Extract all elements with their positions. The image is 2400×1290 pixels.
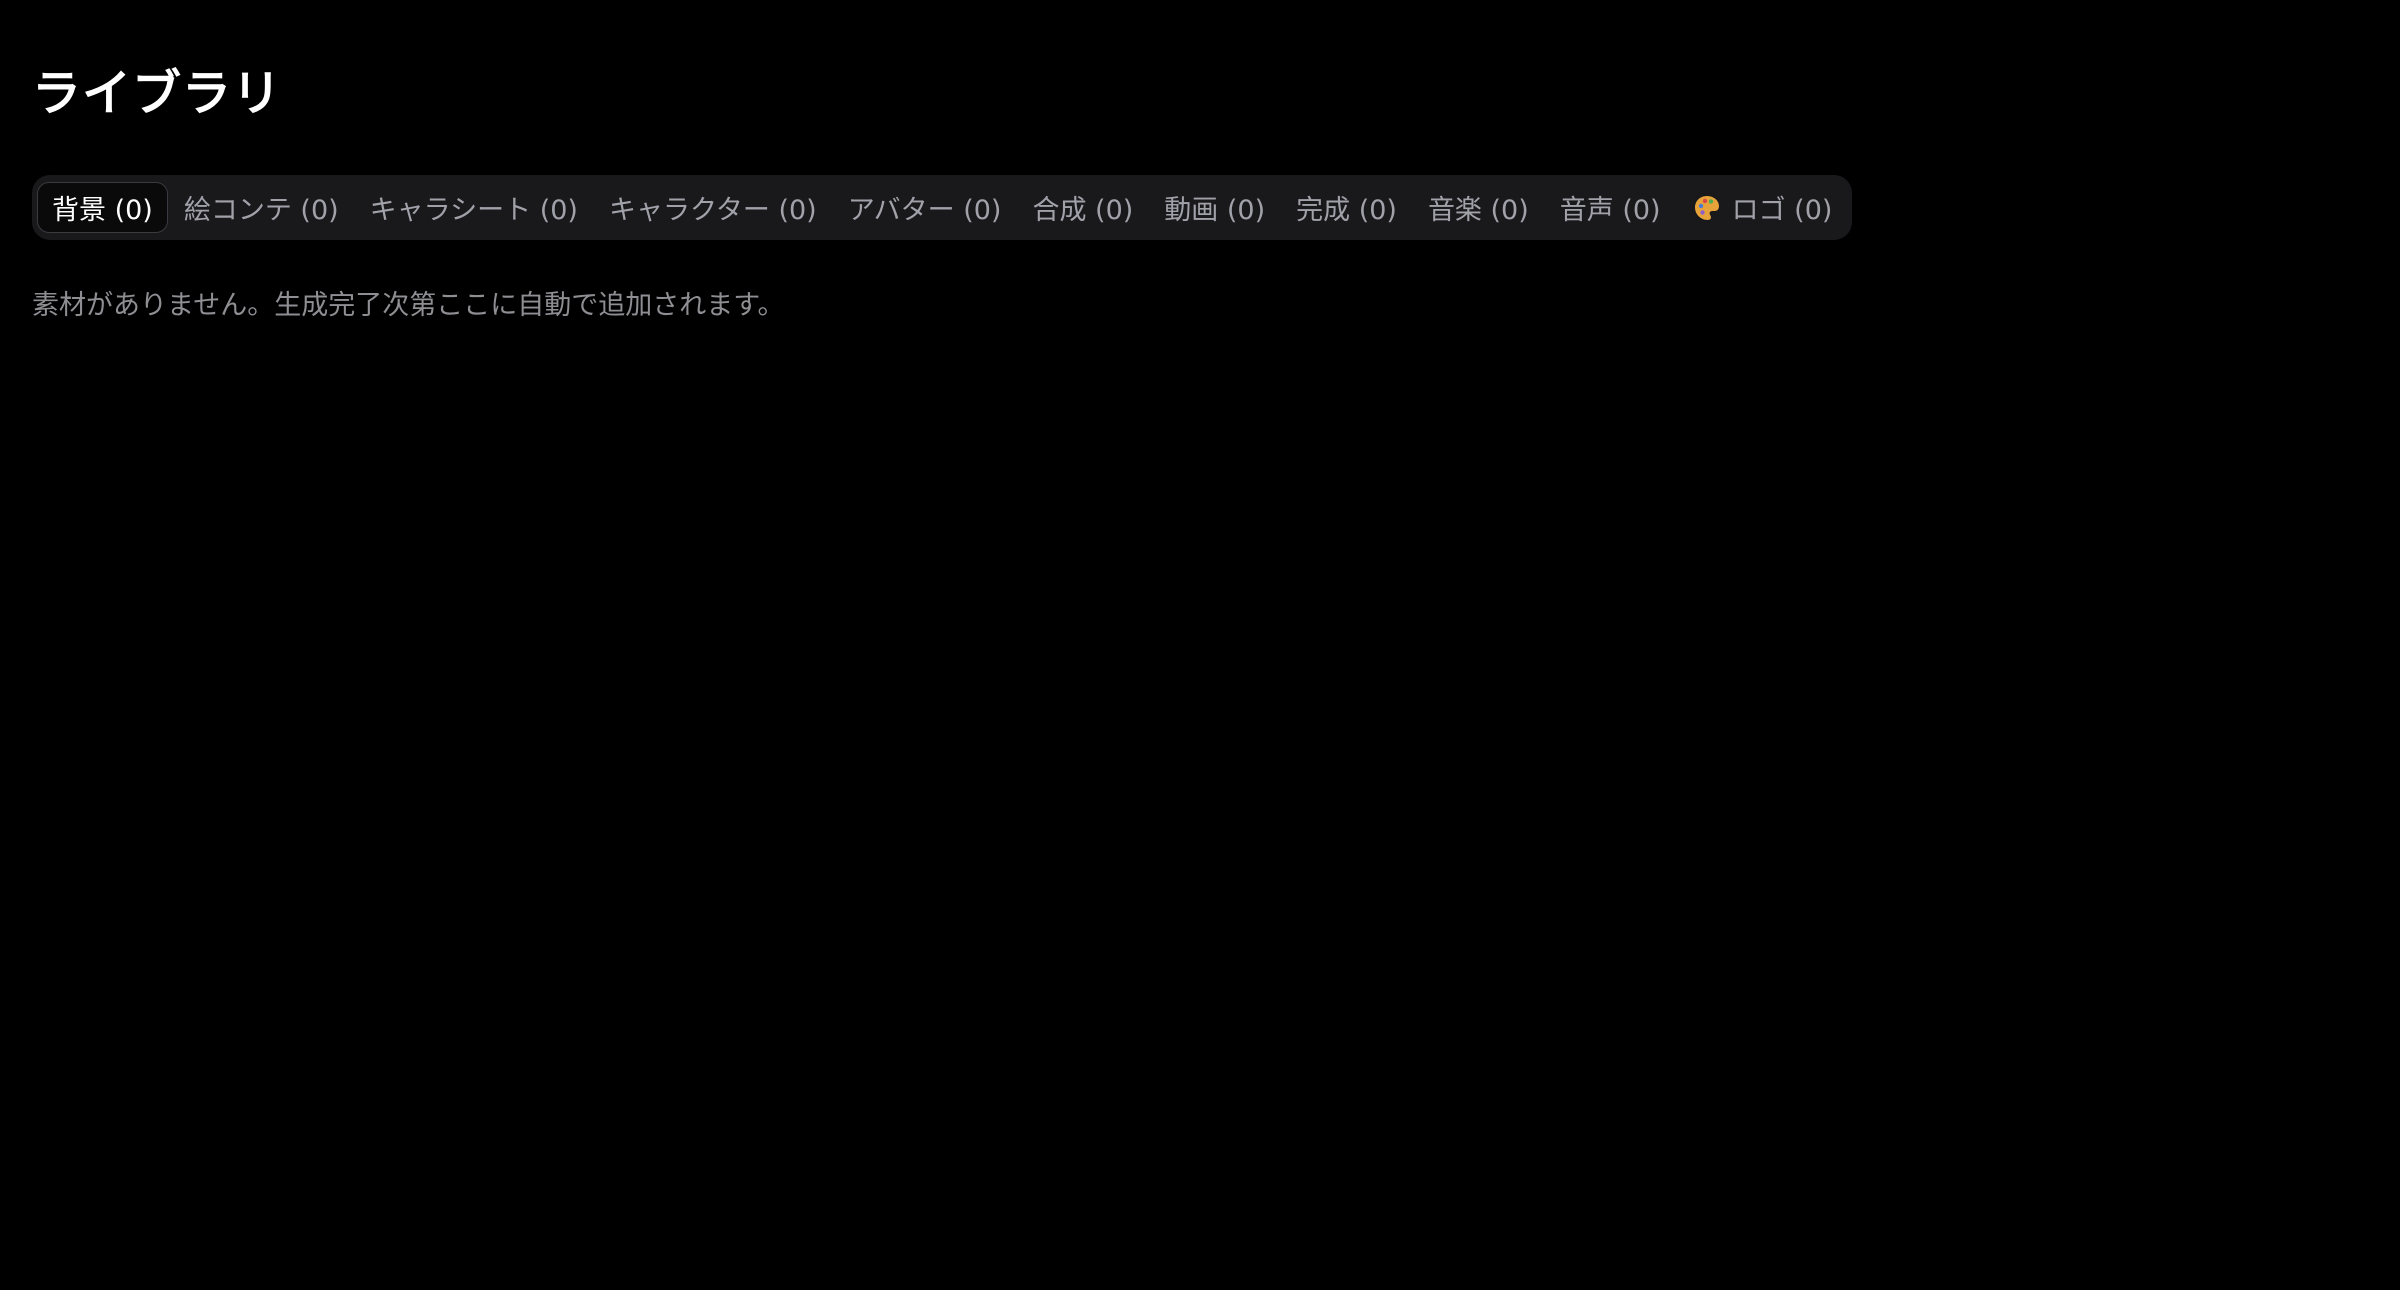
empty-state-message: 素材がありません。生成完了次第ここに自動で追加されます。	[32, 290, 785, 321]
tab-label: 背景 (0)	[52, 195, 153, 226]
tab-label: 合成 (0)	[1032, 195, 1134, 226]
tab-avatar[interactable]: アバター (0)	[833, 182, 1017, 233]
palette-icon	[1692, 193, 1722, 223]
tab-label: 動画 (0)	[1164, 195, 1266, 226]
tab-label: キャラクター (0)	[608, 195, 817, 226]
tab-label: アバター (0)	[847, 195, 1002, 226]
tab-character[interactable]: キャラクター (0)	[594, 182, 832, 233]
tab-voice[interactable]: 音声 (0)	[1545, 182, 1676, 233]
tab-music[interactable]: 音楽 (0)	[1413, 182, 1544, 233]
tab-background[interactable]: 背景 (0)	[37, 182, 168, 233]
tab-character-sheet[interactable]: キャラシート (0)	[355, 182, 593, 233]
tab-label: 音声 (0)	[1559, 195, 1661, 226]
tab-storyboard[interactable]: 絵コンテ (0)	[169, 182, 354, 233]
tab-composite[interactable]: 合成 (0)	[1017, 182, 1148, 233]
page-title: ライブラリ	[32, 65, 283, 122]
tab-label: 絵コンテ (0)	[183, 195, 339, 226]
tab-label: ロゴ (0)	[1731, 195, 1833, 226]
library-page: ライブラリ 背景 (0) 絵コンテ (0) キャラシート (0) キャラクター …	[0, 0, 2400, 1290]
tab-label: 完成 (0)	[1296, 195, 1397, 226]
tab-label: 音楽 (0)	[1427, 195, 1529, 226]
tab-label: キャラシート (0)	[369, 195, 578, 226]
tab-logo[interactable]: ロゴ (0)	[1677, 182, 1848, 233]
category-tab-bar: 背景 (0) 絵コンテ (0) キャラシート (0) キャラクター (0) アバ…	[32, 175, 1853, 240]
tab-complete[interactable]: 完成 (0)	[1281, 182, 1412, 233]
tab-video[interactable]: 動画 (0)	[1149, 182, 1280, 233]
